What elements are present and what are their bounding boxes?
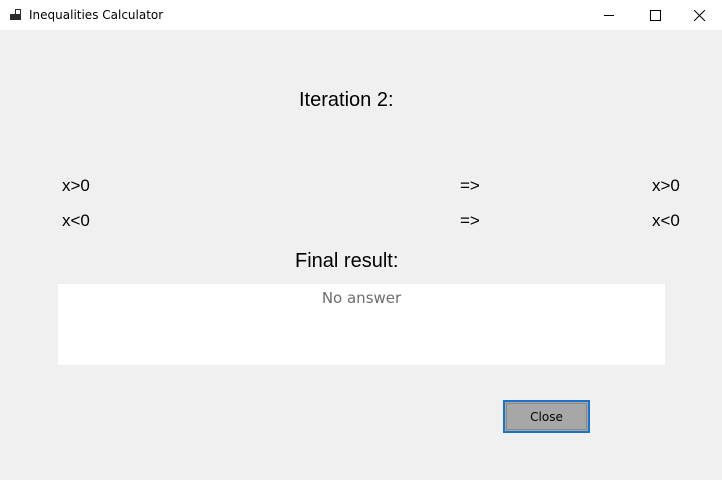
close-button[interactable]: Close: [503, 400, 590, 433]
title-bar[interactable]: Inequalities Calculator: [0, 0, 722, 30]
iteration-title: Iteration 2:: [299, 89, 394, 111]
window-title: Inequalities Calculator: [29, 8, 164, 22]
inequality-output: x<0: [652, 211, 680, 230]
close-icon: [693, 9, 705, 21]
inequality-input: x<0: [62, 211, 90, 230]
final-result-value: No answer: [321, 289, 402, 307]
maximize-button[interactable]: [632, 0, 678, 30]
inequality-input: x>0: [62, 176, 90, 195]
maximize-icon: [649, 9, 661, 21]
implies-arrow: =>: [460, 211, 480, 230]
final-result-title: Final result:: [295, 250, 399, 272]
app-icon: [10, 8, 22, 20]
close-button-label: Close: [530, 409, 563, 424]
close-window-button[interactable]: [676, 0, 722, 30]
minimize-icon: [604, 10, 614, 20]
implies-arrow: =>: [460, 176, 480, 195]
inequality-output: x>0: [652, 176, 680, 195]
minimize-button[interactable]: [586, 0, 632, 30]
final-result-box: No answer: [58, 284, 665, 365]
